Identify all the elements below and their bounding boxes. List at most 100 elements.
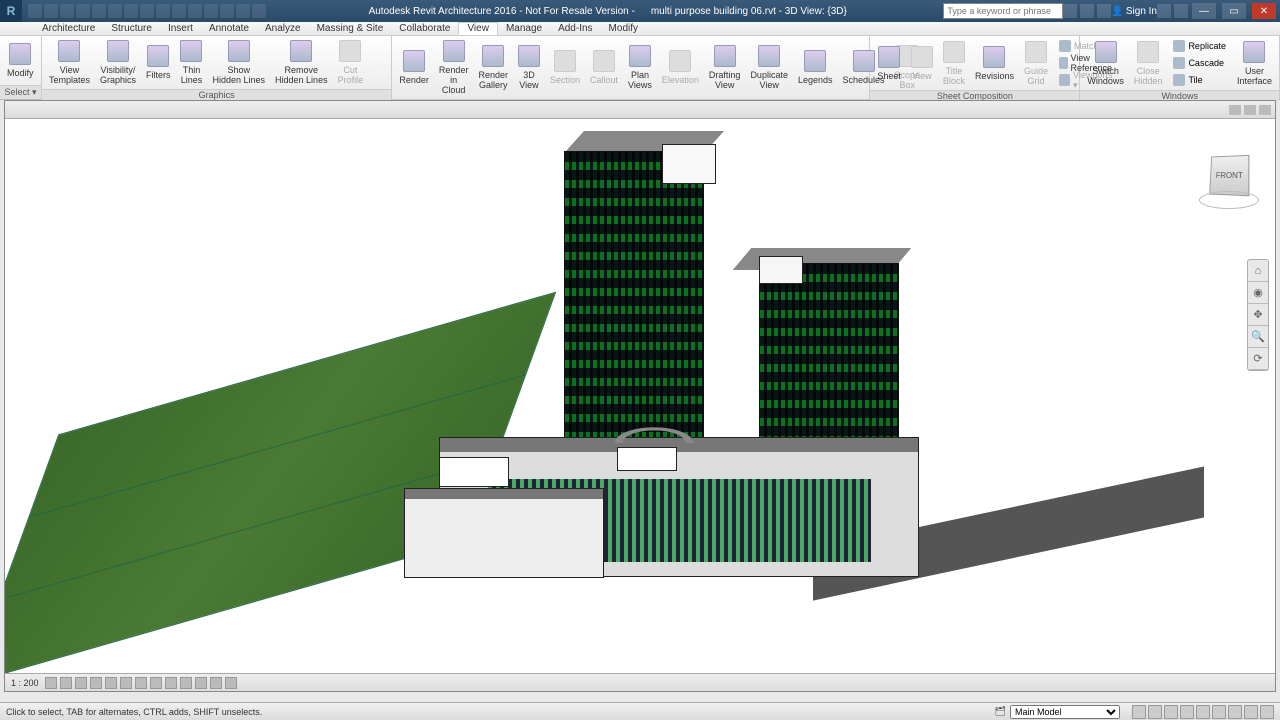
- render-button[interactable]: Render: [396, 48, 432, 87]
- signin-button[interactable]: 👤 Sign In: [1111, 6, 1157, 17]
- constraints-icon[interactable]: [225, 677, 237, 689]
- duplicate-viewbutton[interactable]: DuplicateView: [747, 43, 791, 92]
- thin-lines-icon[interactable]: [204, 4, 218, 18]
- tab-structure[interactable]: Structure: [103, 23, 160, 34]
- reveal-hidden-icon[interactable]: [180, 677, 192, 689]
- view-max-icon[interactable]: [1244, 105, 1256, 115]
- infocenter-search[interactable]: [943, 3, 1063, 19]
- select-pinned-icon[interactable]: [1212, 705, 1226, 719]
- exclude-options-icon[interactable]: [1164, 705, 1178, 719]
- show-hidden-linesbutton[interactable]: ShowHidden Lines: [209, 38, 268, 87]
- redo-icon[interactable]: [76, 4, 90, 18]
- show-crop-icon[interactable]: [135, 677, 147, 689]
- tab-architecture[interactable]: Architecture: [34, 23, 103, 34]
- thin-linesbutton[interactable]: ThinLines: [177, 38, 205, 87]
- close-button[interactable]: ✕: [1252, 3, 1276, 19]
- editable-only-icon[interactable]: [1132, 705, 1146, 719]
- drag-elements-icon[interactable]: [1244, 705, 1258, 719]
- view-min-icon[interactable]: [1229, 105, 1241, 115]
- legends-button[interactable]: Legends: [795, 48, 836, 87]
- close-hidden-icon[interactable]: [220, 4, 234, 18]
- default-3d-icon[interactable]: [172, 4, 186, 18]
- render-gallerybutton[interactable]: RenderGallery: [475, 43, 511, 92]
- maximize-button[interactable]: ▭: [1222, 3, 1246, 19]
- 3d-viewport[interactable]: FRONT ⌂ ◉ ✥ 🔍 ⟳: [5, 119, 1275, 673]
- shadows-icon[interactable]: [90, 677, 102, 689]
- view-scale[interactable]: 1 : 200: [11, 678, 39, 688]
- app-menu-icon[interactable]: R: [0, 0, 22, 22]
- tab-massing-site[interactable]: Massing & Site: [309, 23, 392, 34]
- elevation-button: Elevation: [659, 48, 702, 87]
- tab-modify[interactable]: Modify: [601, 23, 646, 34]
- select-underlay-icon[interactable]: [1196, 705, 1210, 719]
- statusbar: Click to select, TAB for alternates, CTR…: [0, 702, 1280, 720]
- -d-viewbutton[interactable]: 3DView: [515, 43, 543, 92]
- sync-icon[interactable]: [236, 4, 250, 18]
- crop-view-icon[interactable]: [120, 677, 132, 689]
- switch-windowsbutton[interactable]: SwitchWindows: [1084, 39, 1127, 88]
- view-close-icon[interactable]: [1259, 105, 1271, 115]
- exchange-icon[interactable]: [1157, 4, 1171, 18]
- filter-icon[interactable]: [1260, 705, 1274, 719]
- help-icon[interactable]: [1174, 4, 1188, 18]
- customize-qat-icon[interactable]: [252, 4, 266, 18]
- select-face-icon[interactable]: [1228, 705, 1242, 719]
- plan-viewsbutton[interactable]: PlanViews: [625, 43, 655, 92]
- user-interfacebutton[interactable]: UserInterface: [1234, 39, 1275, 88]
- tab-annotate[interactable]: Annotate: [201, 23, 257, 34]
- tab-collaborate[interactable]: Collaborate: [391, 23, 458, 34]
- visual-style-icon[interactable]: [60, 677, 72, 689]
- orbit-icon[interactable]: ⟳: [1248, 348, 1268, 370]
- panel-label-graphics[interactable]: Graphics: [42, 89, 391, 100]
- section-icon[interactable]: [188, 4, 202, 18]
- tag-icon[interactable]: [140, 4, 154, 18]
- worksharing-icon[interactable]: [195, 677, 207, 689]
- dimension-icon[interactable]: [124, 4, 138, 18]
- tab-analyze[interactable]: Analyze: [257, 23, 309, 34]
- render-in-cloudbutton[interactable]: Renderin Cloud: [436, 38, 472, 97]
- undo-icon[interactable]: [60, 4, 74, 18]
- replicate-button[interactable]: Replicate: [1169, 38, 1230, 54]
- tab-add-ins[interactable]: Add-Ins: [550, 23, 600, 34]
- sub-icon[interactable]: [1080, 4, 1094, 18]
- lock-3d-icon[interactable]: [150, 677, 162, 689]
- favorite-icon[interactable]: [1097, 4, 1111, 18]
- remove-hidden-linesbutton[interactable]: RemoveHidden Lines: [272, 38, 331, 87]
- tab-insert[interactable]: Insert: [160, 23, 201, 34]
- tab-view[interactable]: View: [458, 22, 498, 35]
- sun-path-icon[interactable]: [75, 677, 87, 689]
- section-button: Section: [547, 48, 583, 87]
- panel-label-select[interactable]: Select ▾: [0, 85, 41, 99]
- pan-icon[interactable]: ✥: [1248, 304, 1268, 326]
- temporary-hide-icon[interactable]: [165, 677, 177, 689]
- revisions-button[interactable]: Revisions: [972, 44, 1017, 83]
- view-window-controls: [5, 101, 1275, 119]
- save-icon[interactable]: [44, 4, 58, 18]
- full-nav-wheel-icon[interactable]: ◉: [1248, 282, 1268, 304]
- detail-level-icon[interactable]: [45, 677, 57, 689]
- modify-button[interactable]: Modify: [4, 41, 37, 80]
- text-icon[interactable]: [156, 4, 170, 18]
- zoom-icon[interactable]: 🔍: [1248, 326, 1268, 348]
- analytical-icon[interactable]: [210, 677, 222, 689]
- minimize-button[interactable]: —: [1192, 3, 1216, 19]
- search-go-icon[interactable]: [1063, 4, 1077, 18]
- workset-dropdown[interactable]: Main Model: [1010, 705, 1120, 719]
- select-links-icon[interactable]: [1180, 705, 1194, 719]
- workset-selector[interactable]: 🗂 Main Model: [995, 705, 1120, 719]
- drafting-viewbutton[interactable]: DraftingView: [706, 43, 744, 92]
- sheet-button[interactable]: Sheet: [874, 44, 904, 83]
- print-icon[interactable]: [92, 4, 106, 18]
- open-icon[interactable]: [28, 4, 42, 18]
- visibility-graphicsbutton[interactable]: Visibility/Graphics: [97, 38, 139, 87]
- tile-button[interactable]: Tile: [1169, 72, 1230, 88]
- viewcube[interactable]: FRONT: [1201, 147, 1257, 203]
- filters-button[interactable]: Filters: [143, 43, 174, 82]
- home-icon[interactable]: ⌂: [1248, 260, 1268, 282]
- rendering-dialog-icon[interactable]: [105, 677, 117, 689]
- tab-manage[interactable]: Manage: [498, 23, 550, 34]
- view-templatesbutton[interactable]: ViewTemplates: [46, 38, 93, 87]
- cascade-button[interactable]: Cascade: [1169, 55, 1230, 71]
- measure-icon[interactable]: [108, 4, 122, 18]
- design-options-icon[interactable]: [1148, 705, 1162, 719]
